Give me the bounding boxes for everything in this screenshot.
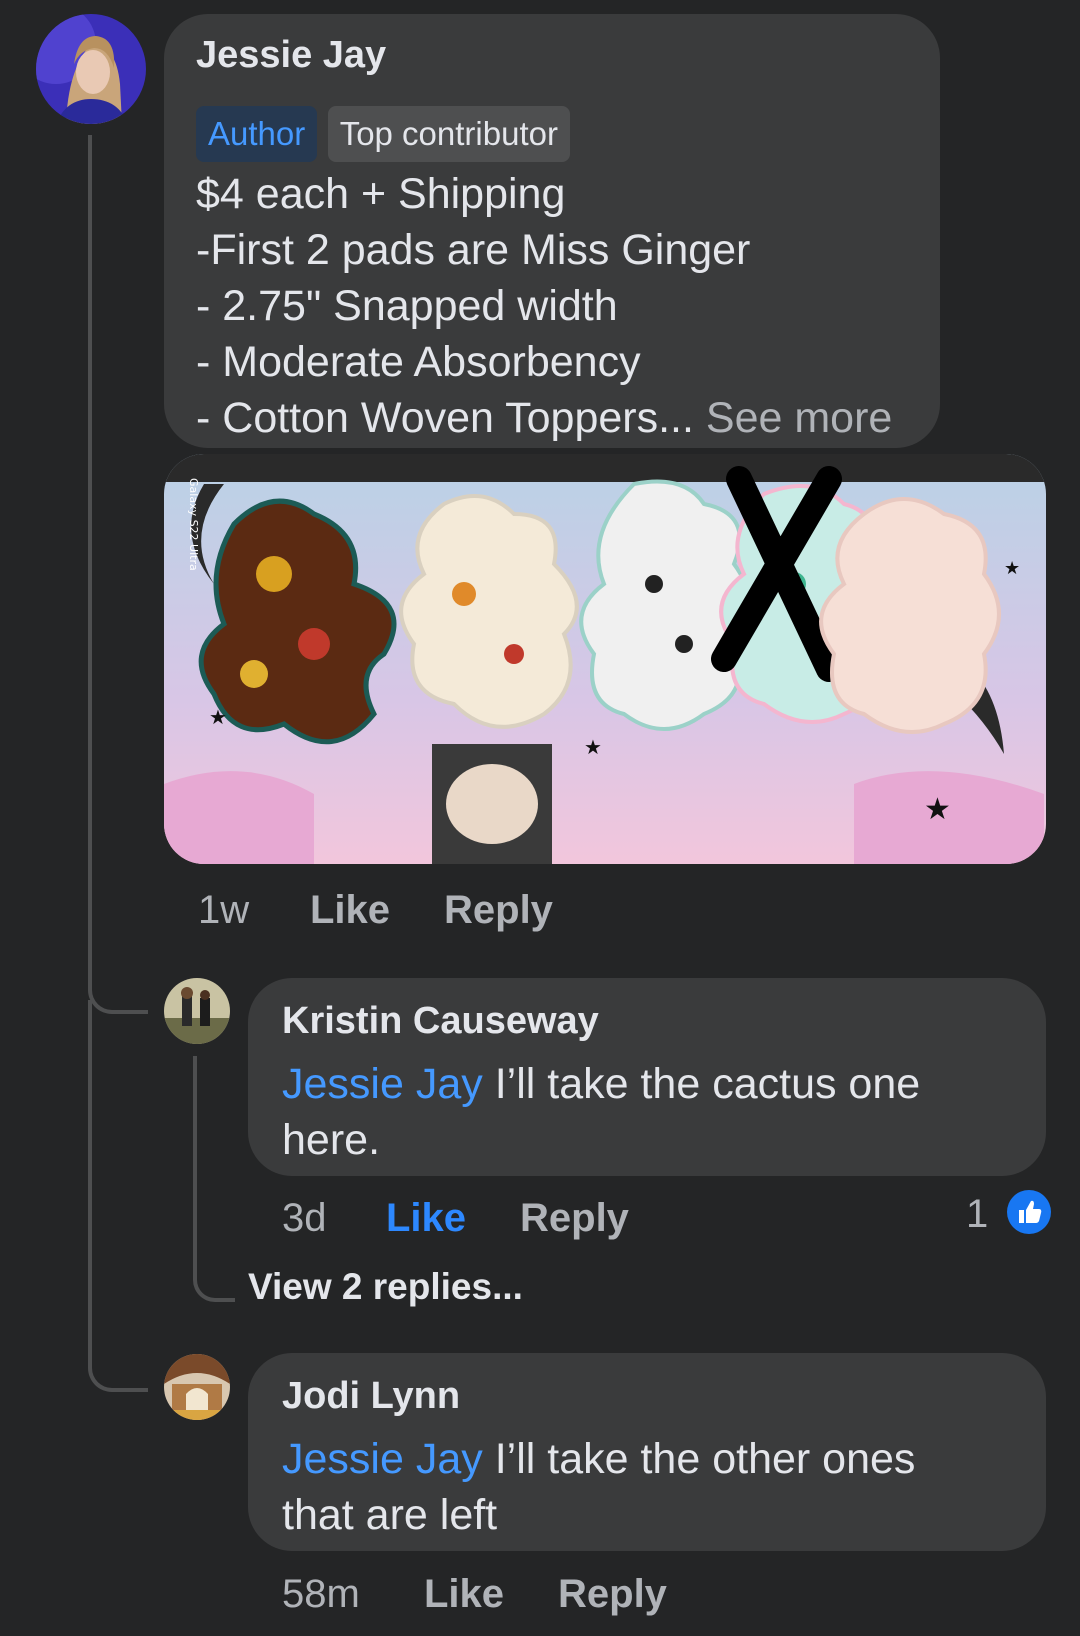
like-button[interactable]: Like bbox=[386, 1196, 466, 1241]
comment-line: - Cotton Woven Toppers... See more bbox=[196, 390, 892, 446]
comment-line: -First 2 pads are Miss Ginger bbox=[196, 226, 751, 274]
photo-image: ★ ★ ★ ★ Galaxy S22 Ultra bbox=[164, 454, 1046, 864]
reply-text: Jessie Jay I’ll take the other ones that… bbox=[282, 1431, 915, 1543]
comment-time[interactable]: 1w bbox=[198, 888, 249, 933]
svg-text:★: ★ bbox=[1004, 558, 1020, 579]
comment-actions-main: 1w Like Reply bbox=[198, 888, 698, 938]
see-more-link[interactable]: See more bbox=[706, 394, 892, 442]
comment-line: $4 each + Shipping bbox=[196, 170, 566, 218]
comment-photo[interactable]: ★ ★ ★ ★ Galaxy S22 Ultra bbox=[164, 454, 1046, 864]
reply-text: Jessie Jay I’ll take the cactus one here… bbox=[282, 1056, 920, 1168]
author-badge: Author bbox=[196, 106, 318, 162]
thumbs-up-icon bbox=[1007, 1190, 1052, 1235]
comment-author-name[interactable]: Jessie Jay bbox=[196, 34, 386, 77]
reply-bubble-kristin[interactable]: Kristin Causeway Jessie Jay I’ll take th… bbox=[248, 978, 1046, 1176]
like-button[interactable]: Like bbox=[310, 888, 390, 933]
reply-line: Jessie Jay I’ll take the other ones bbox=[282, 1431, 915, 1487]
reply-button[interactable]: Reply bbox=[558, 1572, 667, 1617]
comment-bubble-main[interactable]: Jessie Jay Author Top contributor $4 eac… bbox=[164, 14, 940, 448]
mention-link[interactable]: Jessie Jay bbox=[282, 1435, 483, 1483]
avatar-jodi-lynn[interactable] bbox=[164, 1354, 230, 1420]
reply-button[interactable]: Reply bbox=[520, 1196, 629, 1241]
top-contributor-badge[interactable]: Top contributor bbox=[327, 106, 570, 162]
comment-line: - Moderate Absorbency bbox=[196, 338, 641, 386]
badge-row: Author Top contributor bbox=[196, 106, 570, 162]
reply-text-part: I’ll take the other ones bbox=[494, 1435, 916, 1483]
thread-line-main-2 bbox=[88, 1000, 148, 1392]
like-button[interactable]: Like bbox=[424, 1572, 504, 1617]
reply-actions-kristin: 3d Like Reply bbox=[282, 1196, 782, 1246]
thread-line-reply bbox=[193, 1056, 235, 1302]
reaction-count[interactable]: 1 bbox=[966, 1190, 1052, 1238]
reply-line: Jessie Jay I’ll take the cactus one bbox=[282, 1056, 920, 1112]
reply-author-name[interactable]: Jodi Lynn bbox=[282, 1375, 460, 1418]
avatar-jessie-jay[interactable] bbox=[36, 14, 146, 124]
view-replies-link[interactable]: View 2 replies... bbox=[248, 1266, 523, 1308]
reply-time[interactable]: 3d bbox=[282, 1196, 327, 1241]
avatar-kristin-causeway[interactable] bbox=[164, 978, 230, 1044]
truncated-line: - Cotton Woven Toppers... bbox=[196, 394, 694, 442]
svg-text:★: ★ bbox=[924, 792, 951, 827]
comment-line: - 2.75" Snapped width bbox=[196, 282, 618, 330]
svg-text:★: ★ bbox=[209, 705, 227, 729]
reply-text-part: I’ll take the cactus one bbox=[494, 1060, 921, 1108]
photo-watermark: Galaxy S22 Ultra bbox=[187, 478, 200, 571]
svg-text:★: ★ bbox=[584, 735, 602, 759]
reply-time[interactable]: 58m bbox=[282, 1572, 360, 1617]
like-count: 1 bbox=[966, 1192, 989, 1236]
reply-button[interactable]: Reply bbox=[444, 888, 553, 933]
reply-actions-jodi: 58m Like Reply bbox=[282, 1572, 782, 1622]
reply-author-name[interactable]: Kristin Causeway bbox=[282, 1000, 599, 1043]
comment-text: $4 each + Shipping -First 2 pads are Mis… bbox=[196, 166, 892, 446]
reply-bubble-jodi[interactable]: Jodi Lynn Jessie Jay I’ll take the other… bbox=[248, 1353, 1046, 1551]
thread-line-main bbox=[88, 135, 148, 1014]
reply-line: here. bbox=[282, 1116, 381, 1164]
mention-link[interactable]: Jessie Jay bbox=[282, 1060, 483, 1108]
reply-line: that are left bbox=[282, 1491, 498, 1539]
